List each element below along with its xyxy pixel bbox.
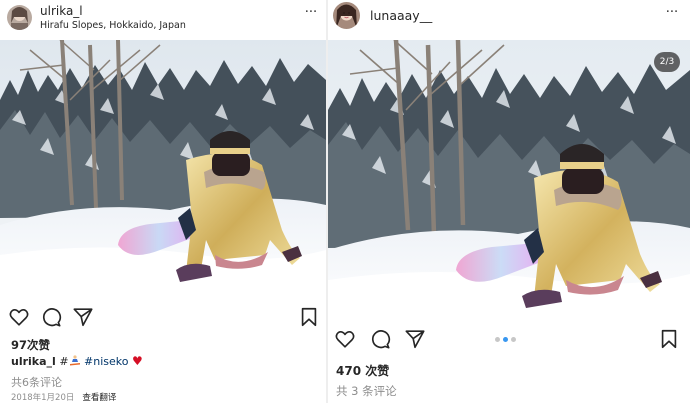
red-heart-icon: ♥ bbox=[131, 354, 143, 368]
post-header: lunaaay__ ··· bbox=[328, 0, 690, 40]
caption-text: # bbox=[59, 355, 69, 368]
post-photo[interactable]: 2/3 bbox=[328, 40, 690, 319]
snowboarder-icon bbox=[69, 355, 81, 366]
caption-username[interactable]: ulrika_l bbox=[11, 355, 56, 368]
carousel-dot bbox=[511, 337, 516, 342]
carousel-dot-active bbox=[503, 337, 508, 342]
carousel-counter: 2/3 bbox=[654, 52, 680, 72]
bookmark-icon[interactable] bbox=[658, 328, 680, 350]
heart-icon[interactable] bbox=[334, 328, 356, 350]
post-card-2: lunaaay__ ··· 2/3 470 次赞 共 3 条评论 bbox=[328, 0, 690, 403]
caption: ulrika_l # #niseko ♥ bbox=[11, 354, 143, 368]
action-bar bbox=[0, 306, 326, 332]
post-header: ulrika_l Hirafu Slopes, Hokkaido, Japan … bbox=[0, 0, 326, 40]
action-bar bbox=[328, 328, 690, 354]
post-card-1: ulrika_l Hirafu Slopes, Hokkaido, Japan … bbox=[0, 0, 326, 403]
post-meta: 2018年1月20日 查看翻译 bbox=[11, 391, 116, 403]
carousel-dot bbox=[495, 337, 500, 342]
post-photo[interactable] bbox=[0, 40, 326, 298]
share-icon[interactable] bbox=[404, 328, 426, 350]
location-link[interactable]: Hirafu Slopes, Hokkaido, Japan bbox=[40, 20, 186, 31]
avatar[interactable] bbox=[333, 2, 360, 29]
heart-icon[interactable] bbox=[8, 306, 30, 328]
view-comments-link[interactable]: 共 3 条评论 bbox=[336, 383, 397, 399]
like-count[interactable]: 97次赞 bbox=[11, 337, 50, 353]
post-date: 2018年1月20日 bbox=[11, 393, 75, 403]
like-count[interactable]: 470 次赞 bbox=[336, 362, 389, 379]
comment-icon[interactable] bbox=[40, 306, 62, 328]
avatar[interactable] bbox=[7, 5, 32, 30]
bookmark-icon[interactable] bbox=[298, 306, 320, 328]
carousel-indicator bbox=[495, 337, 519, 343]
translate-link[interactable]: 查看翻译 bbox=[82, 393, 116, 403]
comment-icon[interactable] bbox=[369, 328, 391, 350]
username[interactable]: ulrika_l bbox=[40, 4, 83, 18]
more-options-button[interactable]: ··· bbox=[664, 6, 680, 19]
view-comments-link[interactable]: 共6条评论 bbox=[11, 374, 62, 390]
share-icon[interactable] bbox=[72, 306, 94, 328]
username[interactable]: lunaaay__ bbox=[370, 8, 432, 23]
more-options-button[interactable]: ··· bbox=[303, 6, 319, 19]
hashtag-link[interactable]: #niseko bbox=[84, 355, 128, 368]
